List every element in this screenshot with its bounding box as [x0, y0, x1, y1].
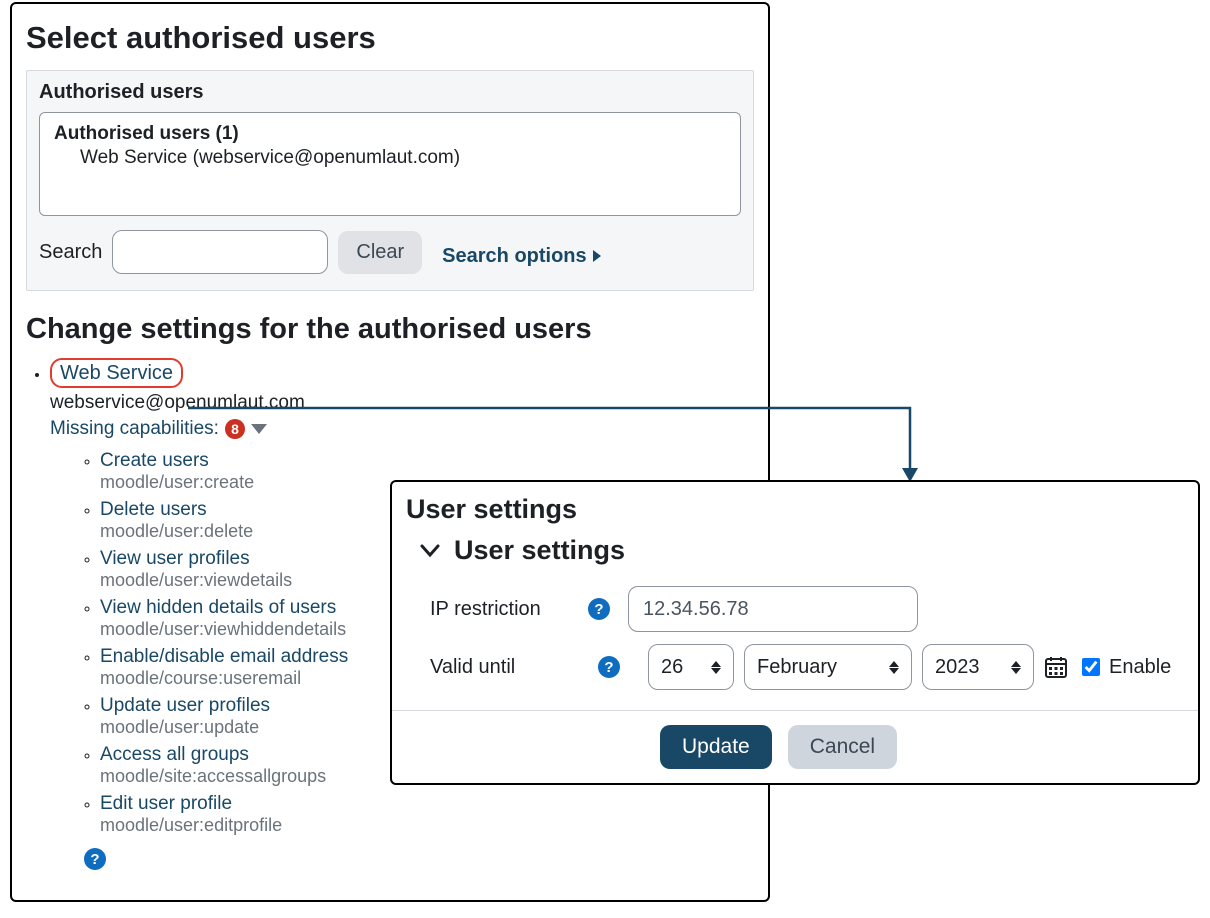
select-value: 26 — [661, 656, 683, 679]
valid-until-label: Valid until — [406, 656, 588, 679]
chevron-right-icon — [593, 250, 601, 262]
ip-restriction-label: IP restriction — [406, 598, 588, 621]
divider — [392, 710, 1198, 711]
valid-until-month-select[interactable]: February — [744, 644, 912, 690]
user-email: webservice@openumlaut.com — [50, 392, 754, 414]
user-settings-title: User settings — [406, 494, 1184, 525]
ip-restriction-input[interactable] — [628, 586, 918, 632]
search-row: Search Clear Search options — [39, 230, 741, 274]
search-input[interactable] — [112, 230, 328, 274]
help-icon[interactable]: ? — [598, 656, 620, 678]
authorised-users-label: Authorised users — [39, 81, 741, 104]
valid-until-day-select[interactable]: 26 — [648, 644, 734, 690]
authorised-users-count: Authorised users (1) — [54, 123, 726, 145]
search-options-label: Search options — [442, 245, 586, 268]
select-sort-icon — [711, 661, 721, 674]
cancel-button[interactable]: Cancel — [788, 725, 897, 769]
valid-until-row: Valid until ? 26 February 2023 Enable — [406, 638, 1184, 696]
page-title: Select authorised users — [26, 20, 754, 56]
calendar-icon[interactable] — [1044, 655, 1068, 679]
missing-capabilities-label: Missing capabilities: — [50, 418, 219, 440]
authorised-users-list[interactable]: Authorised users (1) Web Service (webser… — [39, 112, 741, 216]
select-sort-icon — [1011, 661, 1021, 674]
select-value: February — [757, 656, 837, 679]
user-settings-panel: User settings User settings IP restricti… — [390, 480, 1200, 785]
button-row: Update Cancel — [406, 725, 1184, 769]
enable-label: Enable — [1109, 656, 1171, 679]
enable-checkbox[interactable] — [1082, 658, 1100, 676]
search-label: Search — [39, 241, 102, 264]
enable-checkbox-wrap[interactable]: Enable — [1078, 655, 1171, 679]
authorised-user-item[interactable]: Web Service (webservice@openumlaut.com) — [54, 147, 726, 169]
missing-capabilities-count-badge: 8 — [225, 419, 245, 439]
capability-item: Edit user profilemoodle/user:editprofile — [100, 793, 754, 836]
select-sort-icon — [889, 661, 899, 674]
search-options-toggle[interactable]: Search options — [442, 245, 600, 268]
missing-capabilities-toggle[interactable]: Missing capabilities: 8 — [50, 418, 267, 440]
chevron-down-icon — [420, 541, 440, 561]
user-settings-section-header[interactable]: User settings — [406, 535, 1184, 566]
change-settings-title: Change settings for the authorised users — [26, 313, 754, 346]
authorised-users-box: Authorised users Authorised users (1) We… — [26, 70, 754, 291]
update-button[interactable]: Update — [660, 725, 772, 769]
web-service-user-link[interactable]: Web Service — [50, 358, 183, 388]
select-value: 2023 — [935, 656, 980, 679]
help-icon[interactable]: ? — [588, 598, 610, 620]
valid-until-year-select[interactable]: 2023 — [922, 644, 1034, 690]
chevron-down-icon — [251, 424, 267, 434]
clear-button[interactable]: Clear — [338, 231, 422, 274]
ip-restriction-row: IP restriction ? — [406, 580, 1184, 638]
help-icon[interactable]: ? — [84, 848, 106, 870]
user-settings-section-title: User settings — [454, 535, 625, 566]
